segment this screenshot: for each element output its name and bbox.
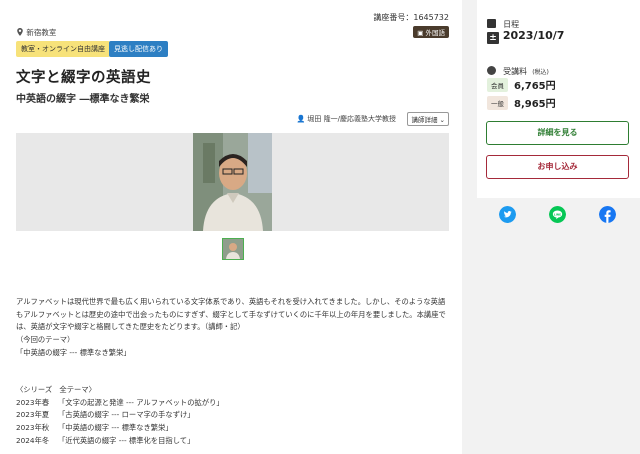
apply-button[interactable]: お申し込み — [486, 155, 629, 179]
facebook-icon[interactable] — [599, 206, 616, 223]
course-description: アルファベットは現代世界で最も広く用いられている文字体系であり、英語もそれを受け… — [16, 296, 452, 360]
lecturer-name: 堀田 隆一/慶応義塾大学教授 — [307, 115, 396, 123]
coin-icon — [487, 66, 496, 75]
fee-label: 受講料 — [503, 67, 528, 76]
date-value: 2023/10/7 — [502, 29, 565, 42]
person-icon: 👤 — [296, 115, 306, 123]
series-row: 2023年秋 「中英語の綴字 --- 標準なき繁栄」 — [16, 423, 173, 433]
series-row: 2023年春 「文字の起源と発達 --- アルファベットの拡がり」 — [16, 397, 224, 407]
date-icon: ± — [487, 32, 499, 44]
fee-tax-note: (税込) — [532, 69, 549, 76]
description-line: もアルファベットとは歴史の途中で出会ったものにすぎず、綴字として手なずけていくの… — [16, 309, 446, 319]
location-pin-icon — [17, 28, 23, 36]
lecturer: 👤 堀田 隆一/慶応義塾大学教授 — [296, 114, 396, 124]
series-list: 〈シリーズ 全テーマ〉 2023年春 「文字の起源と発達 --- アルファベットの… — [16, 384, 224, 448]
location-label: 新宿教室 — [26, 28, 57, 37]
series-row: 2024年冬 「近代英語の綴字 --- 標準化を目指して」 — [16, 435, 195, 445]
twitter-icon[interactable] — [499, 206, 516, 223]
page-subtitle: 中英語の綴字 ―標準なき繁栄 — [16, 94, 150, 105]
series-heading: 〈シリーズ 全テーマ〉 — [16, 385, 96, 394]
general-label: 一般 — [487, 96, 508, 110]
course-date: ± 2023/10/7 — [487, 29, 564, 44]
description-line: は、英語が文字や綴字と格闘してきた歴史をたどります。（講師・記） — [16, 322, 245, 332]
course-code: 講座番号：1645732 — [373, 13, 449, 22]
category-label: 外国語 — [425, 29, 446, 37]
lecturer-details-dropdown[interactable]: 講師詳細 ⌄ — [407, 112, 449, 126]
description-line: アルファベットは現代世界で最も広く用いられている文字体系であり、英語もそれを受け… — [16, 297, 446, 306]
page-title: 文字と綴字の英語史 — [16, 70, 151, 86]
member-price: 6,765円 — [514, 81, 556, 92]
location: 新宿教室 — [16, 27, 56, 38]
description-line: （今回のテーマ） — [16, 335, 75, 345]
calendar-icon — [487, 19, 496, 28]
book-icon: ▣ — [417, 29, 424, 37]
member-label: 会員 — [487, 78, 508, 92]
lecturer-details-label: 講師詳細 — [411, 116, 438, 124]
chevron-down-icon: ⌄ — [439, 116, 445, 124]
course-detail-panel: 新宿教室 講座番号：1645732 ▣ 外国語 教室・オンライン自由講座 見逃し… — [0, 0, 462, 454]
general-price: 8,965円 — [514, 99, 556, 110]
photo-thumbnail[interactable] — [222, 238, 244, 260]
svg-text:LINE: LINE — [554, 212, 561, 216]
category-badge: ▣ 外国語 — [413, 26, 449, 38]
lecturer-photo — [193, 133, 272, 231]
description-line: 「中英語の綴字 --- 標準なき繁栄」 — [16, 347, 131, 357]
fee-heading: 受講料 (税込) — [487, 59, 549, 78]
schedule-label: 日程 — [503, 20, 520, 29]
line-icon[interactable]: LINE — [549, 206, 566, 223]
series-row: 2023年夏 「古英語の綴字 --- ローマ字の手なずけ」 — [16, 410, 195, 420]
view-details-button[interactable]: 詳細を見る — [486, 121, 629, 145]
booking-sidebar: 日程 ± 2023/10/7 受講料 (税込) 会員 6,765円 一般 8,9… — [477, 0, 640, 198]
tag-classroom-online: 教室・オンライン自由講座 — [16, 41, 110, 57]
tag-archive-stream: 見逃し配信あり — [109, 41, 168, 57]
